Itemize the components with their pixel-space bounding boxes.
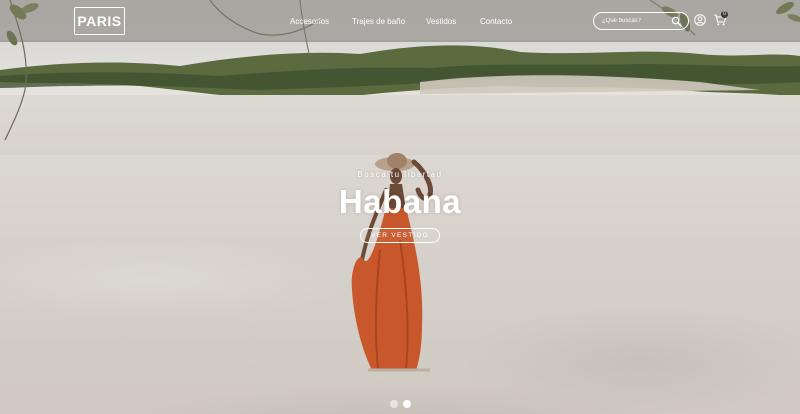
slider-dot[interactable] [390,400,398,408]
nav-link-contacto[interactable]: Contacto [480,17,512,26]
slider-dot-active[interactable] [403,400,411,408]
cart-count-badge: 0 [721,11,728,18]
view-dress-button[interactable]: VER VESTIDO [359,228,440,243]
user-icon[interactable] [694,14,706,26]
nav-link-trajes-de-bano[interactable]: Trajes de baño [352,17,405,26]
search-icon[interactable] [671,16,682,27]
slider-dots [390,400,411,408]
top-navbar: PARIS Accesorios Trajes de baño Vestidos… [0,0,800,42]
nav-link-vestidos[interactable]: Vestidos [426,17,456,26]
brand-logo[interactable]: PARIS [74,7,125,35]
brand-logo-text: PARIS [77,13,122,29]
hero-eyebrow: Busca tu libertad [357,170,443,179]
nav-link-accesorios[interactable]: Accesorios [290,17,329,26]
search-input[interactable] [602,18,668,24]
hero-content: Busca tu libertad Habana VER VESTIDO [0,170,800,243]
hero-title: Habana [338,183,462,220]
search-box [593,12,689,30]
